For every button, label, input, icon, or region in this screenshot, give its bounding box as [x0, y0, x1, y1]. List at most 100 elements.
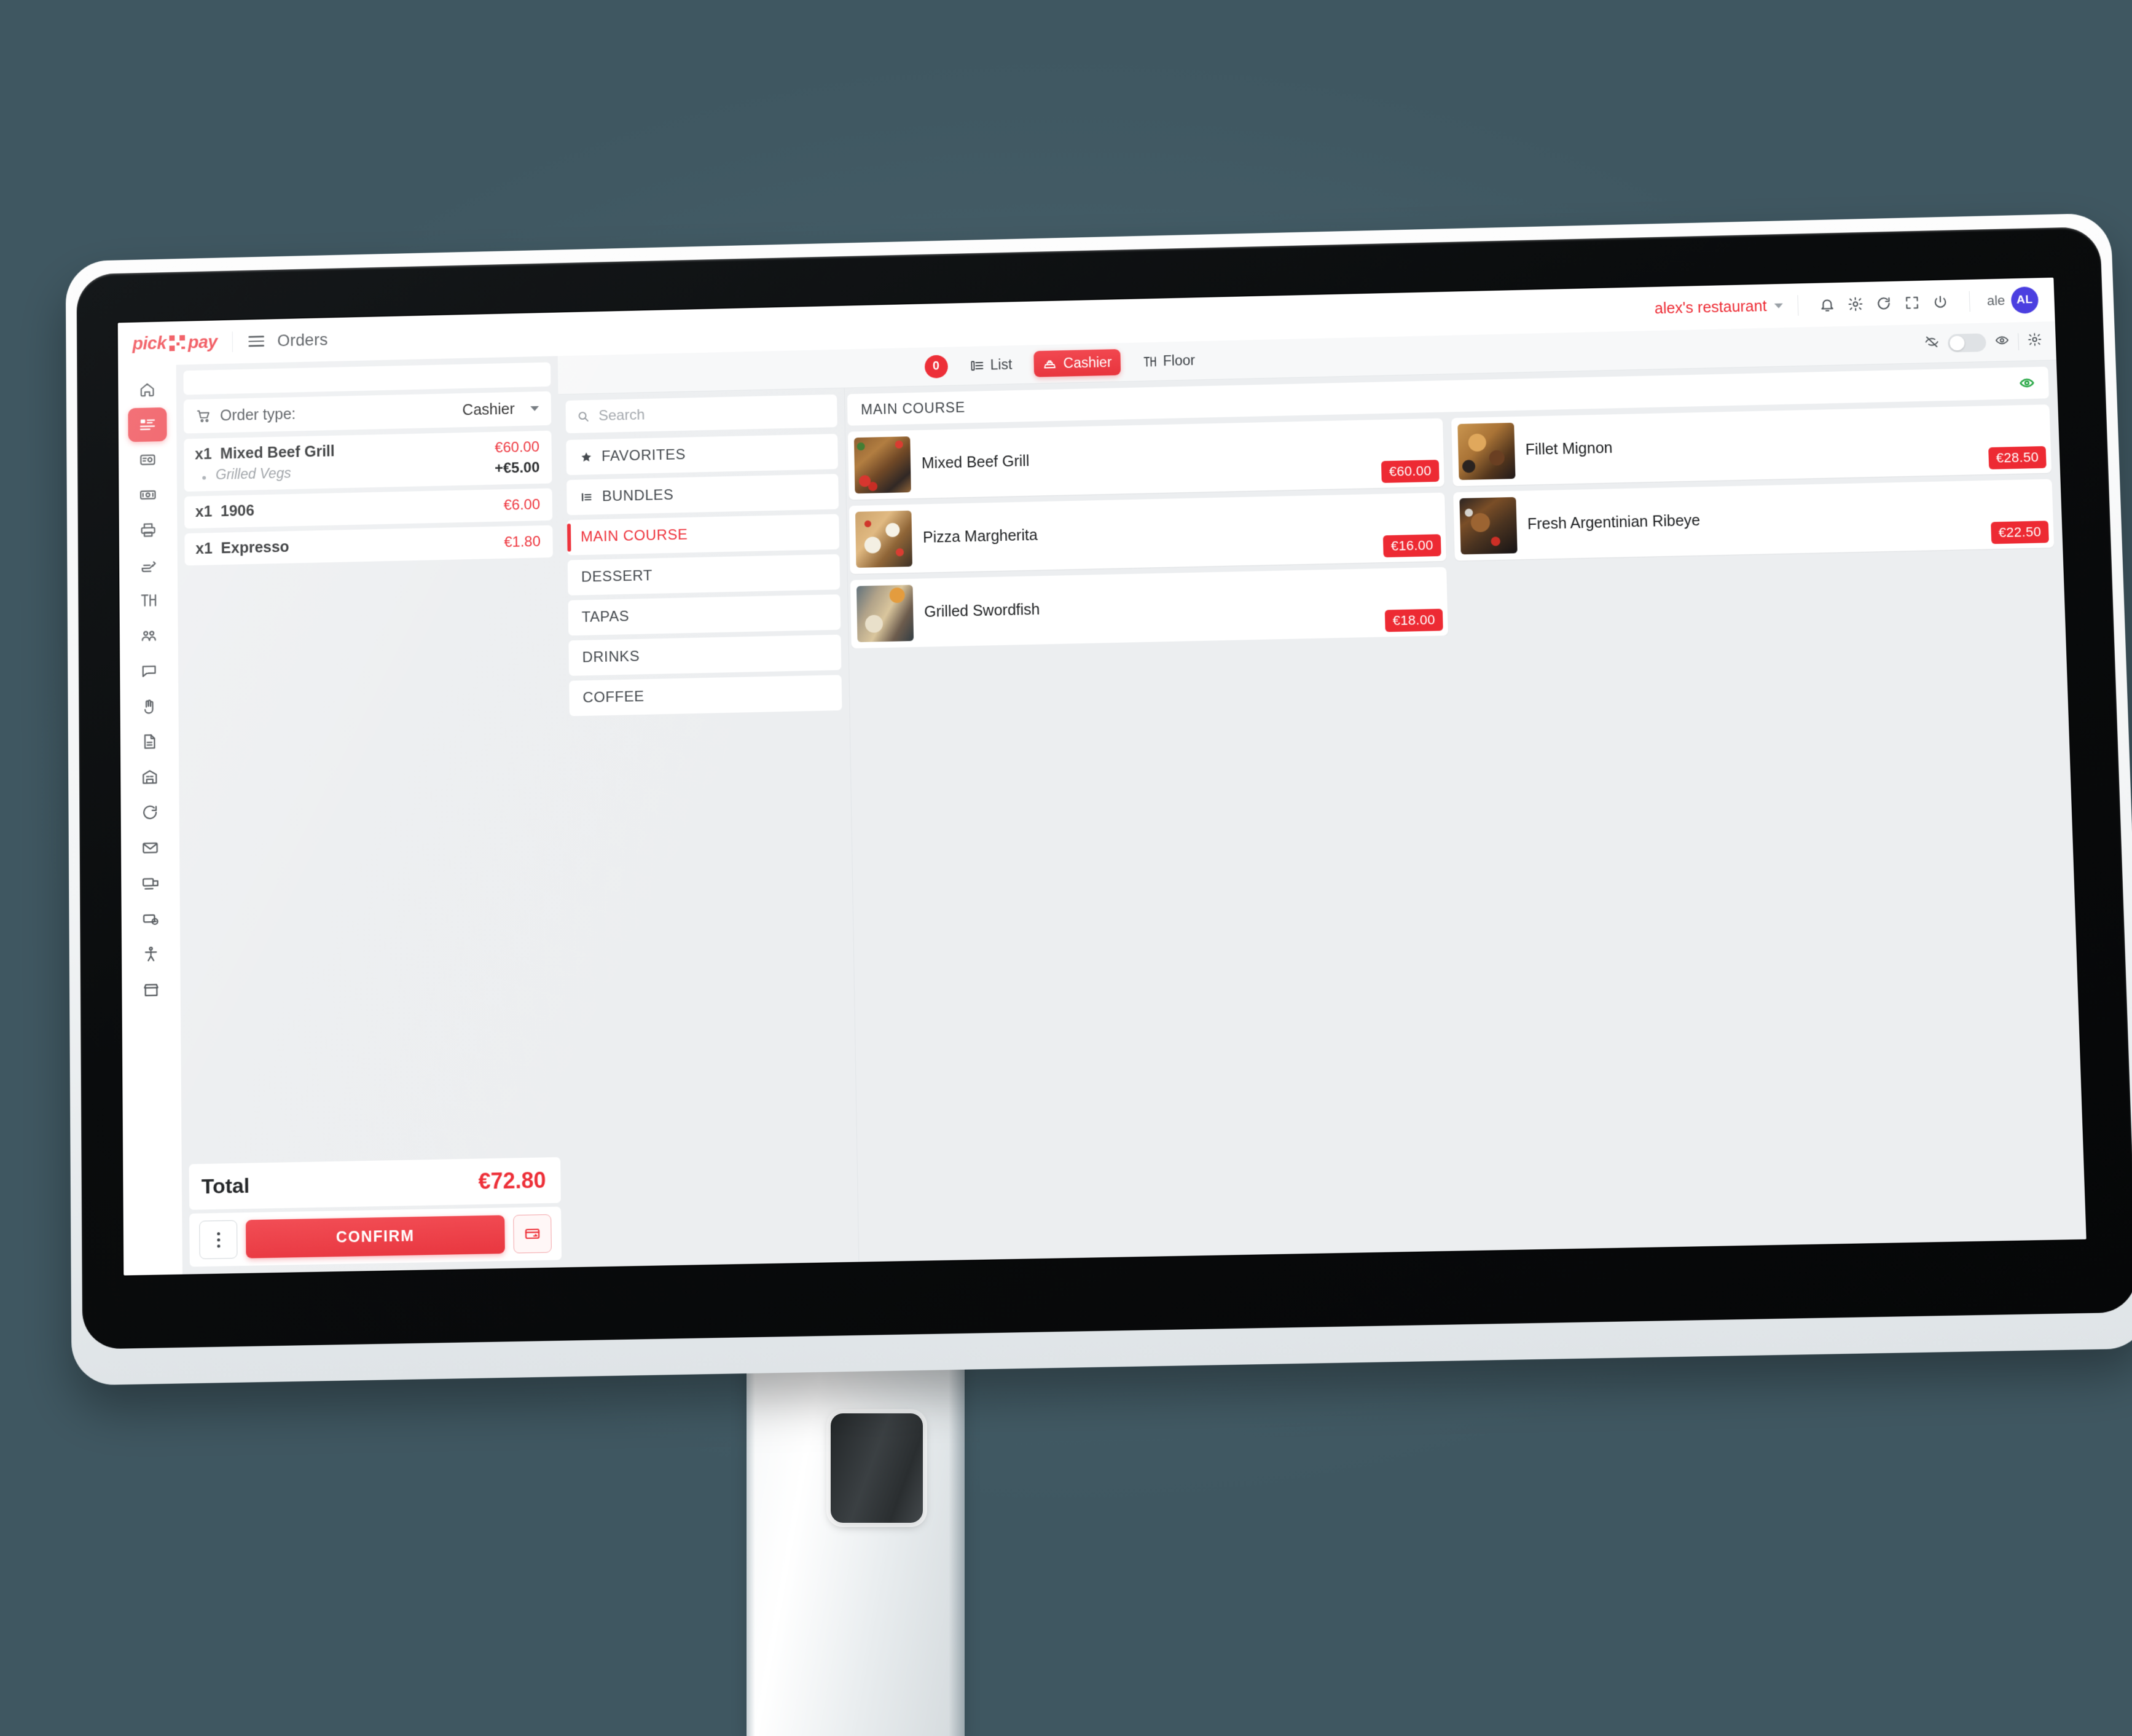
product-price: €18.00	[1385, 608, 1443, 632]
line-item-qty: x1	[195, 540, 213, 558]
order-line-item[interactable]: x1 Mixed Beef Grill €60.00 Grilled Vegs …	[184, 430, 552, 492]
total-value: €72.80	[478, 1167, 546, 1194]
product-card[interactable]: Pizza Margherita €16.00	[848, 492, 1446, 575]
order-type-selector[interactable]: Order type: Cashier	[183, 391, 552, 434]
sidebar-item-venue[interactable]	[130, 760, 170, 795]
product-card[interactable]: Mixed Beef Grill €60.00	[847, 418, 1444, 500]
gear-icon[interactable]	[1841, 290, 1870, 319]
product-grid: Mixed Beef Grill €60.00 Fillet Mignon €2…	[847, 404, 2056, 649]
logo-text-pay: pay	[187, 332, 218, 353]
sidebar-item-register[interactable]	[128, 442, 167, 477]
confirm-button[interactable]: CONFIRM	[245, 1215, 505, 1259]
mode-tab-group: 0 List Cashier Floor	[924, 347, 1204, 380]
order-type-value: Cashier	[462, 400, 515, 418]
line-item-modifier-price: +€5.00	[494, 459, 540, 477]
category-item-main-course[interactable]: MAIN COURSE	[566, 514, 840, 556]
sidebar-item-printer[interactable]	[128, 513, 167, 548]
line-item-qty: x1	[195, 503, 213, 520]
product-thumbnail	[853, 436, 911, 494]
order-items-list: x1 Mixed Beef Grill €60.00 Grilled Vegs …	[184, 430, 560, 1160]
gear-icon[interactable]	[2027, 332, 2042, 350]
sidebar-item-home[interactable]	[128, 372, 167, 407]
avatar[interactable]: AL	[2010, 286, 2039, 314]
sidebar-item-orders[interactable]	[128, 407, 167, 442]
qr-code-icon	[169, 335, 186, 352]
list-icon	[970, 358, 984, 373]
cashier-icon	[1043, 356, 1057, 371]
product-name: Pizza Margherita	[922, 526, 1038, 546]
sidebar-item-display[interactable]	[131, 866, 170, 901]
product-name: Fillet Mignon	[1525, 439, 1613, 458]
sidebar-item-cash[interactable]	[128, 477, 167, 513]
tab-list[interactable]: List	[961, 352, 1021, 379]
power-icon[interactable]	[1926, 288, 1955, 316]
category-item-bundles[interactable]: BUNDLES	[566, 474, 839, 516]
tab-cashier[interactable]: Cashier	[1033, 349, 1121, 377]
category-item-coffee[interactable]: COFFEE	[569, 675, 842, 717]
more-options-button[interactable]	[199, 1220, 238, 1260]
category-label: FAVORITES	[601, 446, 686, 465]
tenant-name[interactable]: alex's restaurant	[1655, 297, 1767, 318]
line-item-price: €60.00	[495, 439, 540, 457]
sidebar-item-receipts[interactable]	[129, 548, 168, 583]
product-thumbnail	[856, 584, 914, 643]
product-card[interactable]: Grilled Swordfish €18.00	[850, 567, 1448, 649]
search-input[interactable]: Search	[565, 394, 837, 434]
toolbar-divider	[2018, 332, 2020, 350]
fullscreen-icon[interactable]	[1897, 288, 1927, 317]
eye-icon[interactable]	[1994, 333, 2010, 351]
chevron-down-icon[interactable]	[1774, 303, 1783, 308]
product-section-title: MAIN COURSE	[860, 399, 966, 417]
pos-application: pick pay Orders alex's restaurant ale AL…	[117, 277, 2087, 1276]
hamburger-menu-icon[interactable]	[247, 332, 265, 350]
category-item-favorites[interactable]: FAVORITES	[566, 433, 839, 476]
order-total-row: Total €72.80	[189, 1157, 561, 1210]
search-icon	[576, 410, 590, 423]
eye-off-icon[interactable]	[1924, 334, 1940, 352]
catalog-main: Search FAVORITES BUNDLES MAIN COURSE DES…	[558, 360, 2087, 1268]
product-name: Fresh Argentinian Ribeye	[1527, 512, 1701, 533]
sidebar-item-chat[interactable]	[130, 653, 169, 688]
sidebar-item-floor[interactable]	[129, 583, 168, 618]
page-title: Orders	[277, 330, 328, 350]
sidebar-item-sync[interactable]	[130, 795, 170, 830]
product-price: €28.50	[1988, 446, 2047, 469]
cart-icon	[196, 408, 212, 424]
sidebar-item-service[interactable]	[130, 689, 169, 724]
product-column: MAIN COURSE Mixed Beef Grill €60.00 Fill…	[844, 360, 2087, 1262]
tab-floor[interactable]: Floor	[1134, 347, 1204, 375]
order-line-item[interactable]: x1 Expresso €1.80	[184, 525, 553, 566]
total-label: Total	[201, 1174, 250, 1198]
catalog-panel: 0 List Cashier Floor Search FAVORITES BU…	[557, 321, 2087, 1268]
sidebar-item-payments[interactable]	[131, 901, 170, 937]
pay-button[interactable]	[513, 1214, 552, 1254]
category-item-drinks[interactable]: DRINKS	[568, 634, 842, 676]
pos-stand-port-panel	[831, 1413, 923, 1523]
tab-cashier-label: Cashier	[1063, 354, 1112, 371]
sidebar-item-store[interactable]	[131, 972, 171, 1007]
sidebar-item-mail[interactable]	[131, 830, 170, 865]
category-label: TAPAS	[581, 608, 630, 626]
refresh-icon[interactable]	[1869, 289, 1898, 318]
sidebar-item-accessibility[interactable]	[131, 937, 171, 972]
category-label: MAIN COURSE	[580, 526, 688, 546]
pos-terminal: pick pay Orders alex's restaurant ale AL…	[65, 213, 2132, 1386]
visibility-eye-icon[interactable]	[2018, 375, 2035, 391]
product-card[interactable]: Fresh Argentinian Ribeye €22.50	[1452, 479, 2055, 561]
product-price: €60.00	[1381, 460, 1440, 483]
category-item-tapas[interactable]: TAPAS	[568, 594, 841, 636]
visibility-toggle[interactable]	[1947, 332, 1986, 353]
bell-icon[interactable]	[1813, 291, 1841, 320]
star-icon	[581, 452, 592, 462]
order-line-item[interactable]: x1 1906 €6.00	[184, 488, 553, 529]
ticket-header-bar	[183, 362, 551, 395]
product-card[interactable]: Fillet Mignon €28.50	[1451, 404, 2052, 487]
header-divider-2	[1797, 295, 1799, 316]
brand-logo[interactable]: pick pay	[132, 332, 217, 355]
sidebar-item-staff[interactable]	[129, 618, 168, 653]
order-type-label: Order type:	[219, 405, 296, 424]
chevron-down-icon	[530, 406, 539, 411]
category-item-dessert[interactable]: DESSERT	[567, 554, 841, 595]
product-thumbnail	[855, 510, 912, 568]
sidebar-item-documents[interactable]	[130, 724, 170, 759]
